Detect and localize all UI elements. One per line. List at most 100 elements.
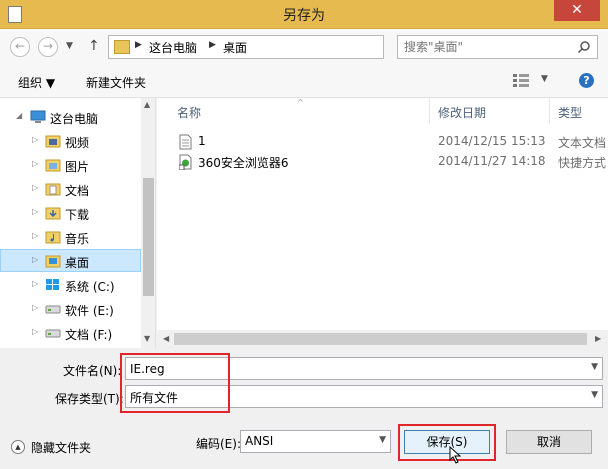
highlight-annotation (398, 424, 496, 461)
search-input[interactable] (404, 39, 564, 55)
chevron-down-icon: ▼ (66, 41, 73, 51)
tree-item-drive-c[interactable]: ▷ 系统 (C:) (0, 274, 141, 297)
tree-item-documents[interactable]: ▷ 文档 (0, 178, 141, 201)
forward-button[interactable]: → (38, 37, 58, 57)
scroll-down-arrow-icon[interactable]: ▼ (144, 334, 150, 343)
expand-arrow-icon[interactable]: ◢ (16, 111, 22, 120)
file-date: 2014/11/27 14:18 (438, 154, 546, 168)
shortcut-icon (179, 154, 192, 170)
desktop-folder-icon (45, 255, 61, 268)
scroll-up-arrow-icon[interactable]: ▲ (144, 100, 150, 109)
file-date: 2014/12/15 15:13 (438, 134, 546, 148)
scroll-left-arrow-icon[interactable]: ◀ (163, 334, 169, 343)
window-title: 另存为 (283, 8, 325, 24)
up-button[interactable]: ↑ (88, 38, 100, 54)
sort-ascending-icon: ^ (297, 98, 304, 107)
tree-item-downloads[interactable]: ▷ 下载 (0, 202, 141, 225)
collapsed-arrow-icon[interactable]: ▷ (32, 135, 38, 144)
breadcrumb-computer[interactable]: 这台电脑 (149, 39, 197, 56)
tree-item-this-pc[interactable]: ◢ 这台电脑 (0, 106, 141, 129)
computer-icon (30, 110, 46, 123)
recent-locations-button[interactable]: ▼ (66, 41, 73, 51)
navigation-pane: ◢ 这台电脑 ▷ 视频 ▷ 图片 ▷ 文档 ▷ 下载 ▷ 音乐 ▷ 桌面 ▷ 系… (0, 98, 156, 348)
file-row[interactable]: 360安全浏览器6 2014/11/27 14:18 快捷方式 (157, 152, 608, 172)
organize-menu[interactable]: 组织 ▼ (18, 74, 55, 91)
view-options-button[interactable]: ▼ (513, 74, 549, 90)
tree-item-pictures[interactable]: ▷ 图片 (0, 154, 141, 177)
column-header-type[interactable]: 类型 (558, 104, 582, 121)
tree-item-label: 下载 (65, 208, 90, 222)
close-button[interactable]: ✕ (554, 0, 600, 21)
video-folder-icon (45, 135, 61, 148)
folder-icon (114, 40, 130, 54)
scroll-right-arrow-icon[interactable]: ▶ (595, 334, 601, 343)
highlight-annotation (120, 353, 230, 413)
tree-item-label: 这台电脑 (50, 112, 99, 126)
title-bar: 另存为 ✕ (0, 0, 608, 29)
column-header-date[interactable]: 修改日期 (438, 104, 486, 121)
music-folder-icon (45, 231, 61, 244)
address-bar[interactable]: ▶ 这台电脑 ▶ 桌面 ▼ ↻ (108, 35, 486, 59)
search-box[interactable] (397, 35, 598, 59)
chevron-up-icon: ▲ (11, 440, 25, 454)
search-icon[interactable] (577, 40, 591, 54)
filetype-label: 保存类型(T): (55, 392, 124, 406)
tree-item-videos[interactable]: ▷ 视频 (0, 130, 141, 153)
chevron-down-icon[interactable]: ▼ (591, 390, 598, 400)
collapsed-arrow-icon[interactable]: ▷ (32, 183, 38, 192)
command-bar: 组织 ▼ 新建文件夹 ▼ ? (0, 65, 608, 98)
arrow-up-icon: ↑ (88, 38, 100, 54)
column-divider[interactable] (549, 98, 550, 124)
tree-item-label: 图片 (65, 160, 90, 174)
file-name: 1 (198, 134, 206, 148)
tree-item-label: 桌面 (65, 256, 90, 270)
file-list-scrollbar[interactable]: ◀ ▶ (157, 330, 608, 348)
scrollbar-thumb[interactable] (174, 333, 587, 345)
collapsed-arrow-icon[interactable]: ▷ (32, 255, 38, 264)
tree-item-label: 软件 (E:) (65, 304, 114, 318)
tree-item-drive-f[interactable]: ▷ 文档 (F:) (0, 322, 141, 345)
tree-item-drive-e[interactable]: ▷ 软件 (E:) (0, 298, 141, 321)
text-file-icon (179, 134, 192, 150)
chevron-down-icon[interactable]: ▼ (591, 362, 598, 372)
file-list: ^ 名称 修改日期 类型 1 2014/12/15 15:13 文本文档 360… (157, 98, 608, 348)
tree-item-label: 系统 (C:) (65, 280, 115, 294)
file-type: 文本文档 (558, 136, 607, 150)
breadcrumb-desktop[interactable]: 桌面 (223, 39, 247, 56)
picture-folder-icon (45, 159, 61, 172)
tree-item-label: 文档 (F:) (65, 328, 113, 342)
collapsed-arrow-icon[interactable]: ▷ (32, 231, 38, 240)
scrollbar-thumb[interactable] (143, 178, 154, 296)
collapsed-arrow-icon[interactable]: ▷ (32, 327, 38, 336)
tree-item-label: 文档 (65, 184, 90, 198)
tree-item-label: 音乐 (65, 232, 90, 246)
arrow-right-icon: → (42, 39, 54, 53)
file-row[interactable]: 1 2014/12/15 15:13 文本文档 (157, 132, 608, 152)
chevron-down-icon: ▼ (541, 74, 548, 84)
windows-drive-icon (46, 279, 59, 290)
encoding-select[interactable]: ANSI ▼ (240, 430, 391, 453)
drive-icon (45, 305, 61, 314)
collapsed-arrow-icon[interactable]: ▷ (32, 207, 38, 216)
back-button[interactable]: ← (10, 37, 30, 57)
collapsed-arrow-icon[interactable]: ▷ (32, 303, 38, 312)
tree-item-music[interactable]: ▷ 音乐 (0, 226, 141, 249)
new-folder-button[interactable]: 新建文件夹 (86, 74, 146, 91)
collapsed-arrow-icon[interactable]: ▷ (32, 159, 38, 168)
tree-item-desktop[interactable]: ▷ 桌面 (0, 249, 141, 272)
arrow-left-icon: ← (14, 39, 26, 53)
column-header-name[interactable]: 名称 (177, 104, 201, 121)
chevron-down-icon[interactable]: ▼ (379, 435, 386, 445)
nav-scrollbar[interactable]: ▲ ▼ (141, 98, 155, 348)
column-divider[interactable] (429, 98, 430, 124)
encoding-label: 编码(E): (196, 437, 241, 451)
collapsed-arrow-icon[interactable]: ▷ (32, 279, 38, 288)
filename-label: 文件名(N): (63, 364, 122, 378)
chevron-right-icon[interactable]: ▶ (135, 40, 142, 50)
download-folder-icon (45, 207, 61, 220)
cancel-button[interactable]: 取消 (506, 430, 592, 454)
help-button[interactable]: ? (579, 73, 594, 88)
chevron-right-icon[interactable]: ▶ (209, 40, 216, 50)
file-name: 360安全浏览器6 (198, 156, 289, 170)
view-list-icon (513, 74, 529, 87)
